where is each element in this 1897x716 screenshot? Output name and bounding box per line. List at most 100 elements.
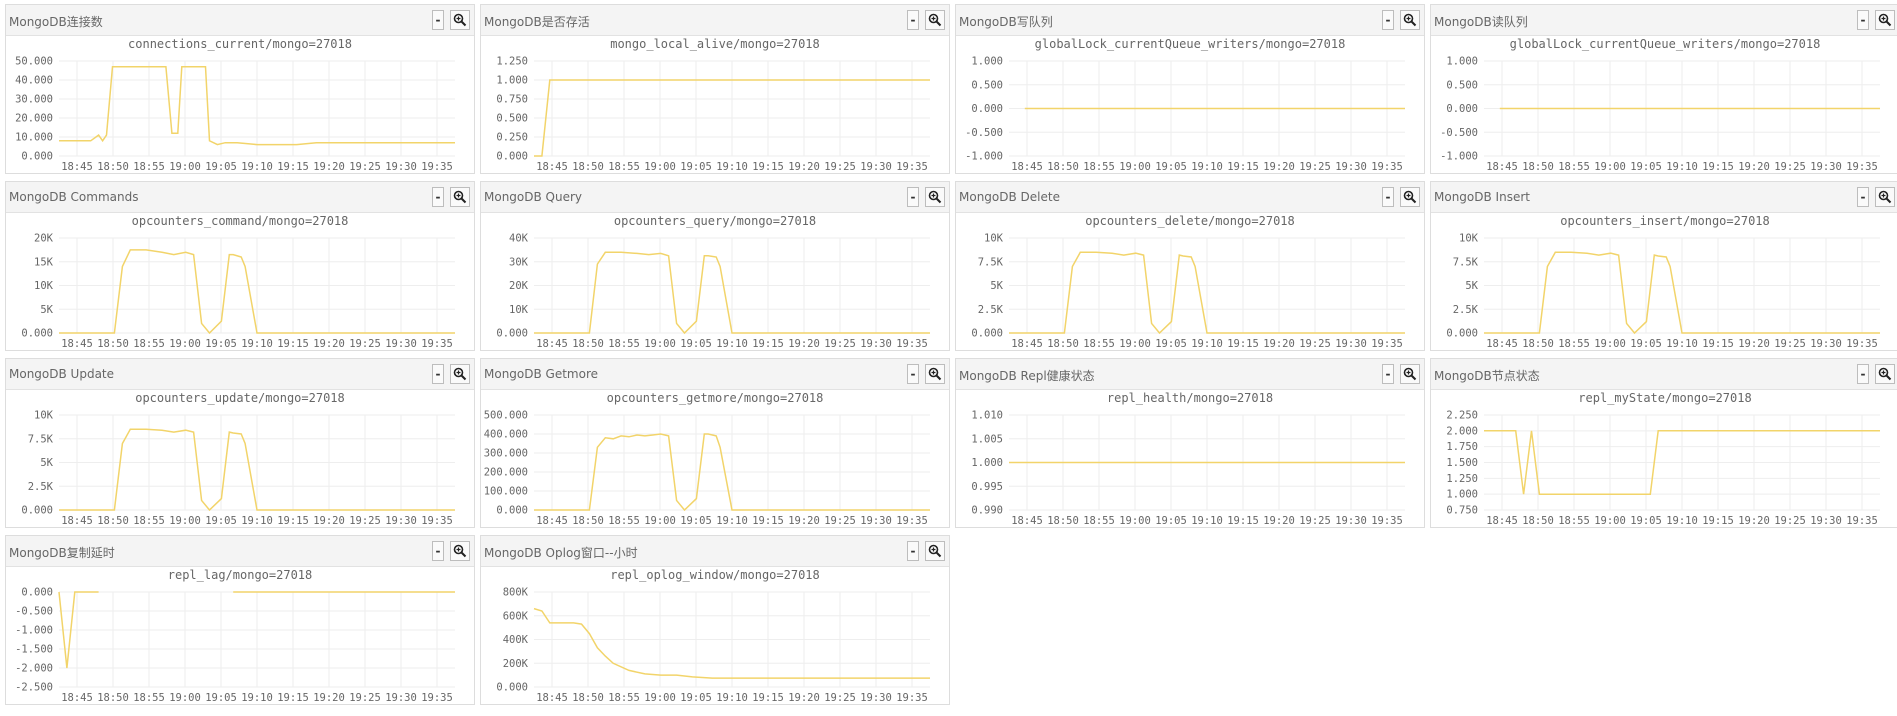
x-tick-label: 18:45 <box>1011 515 1043 527</box>
minimize-button[interactable]: - <box>907 541 919 561</box>
x-tick-label: 19:10 <box>716 692 748 704</box>
zoom-button[interactable] <box>925 187 945 207</box>
x-tick-label: 19:30 <box>385 161 417 173</box>
x-tick-label: 18:55 <box>1083 515 1115 527</box>
x-tick-label: 19:05 <box>1155 161 1187 173</box>
x-tick-label: 18:45 <box>61 692 93 704</box>
x-tick-label: 18:50 <box>572 692 604 704</box>
zoom-button[interactable] <box>925 541 945 561</box>
x-tick-label: 18:50 <box>1047 515 1079 527</box>
chart-subtitle: connections_current/mongo=27018 <box>128 37 352 51</box>
y-tick-label: 0.000 <box>496 682 528 694</box>
y-tick-label: 0.000 <box>496 151 528 163</box>
y-tick-label: 1.250 <box>1446 473 1478 485</box>
y-tick-label: 2.5K <box>978 304 1004 316</box>
x-tick-label: 19:00 <box>169 338 201 350</box>
minimize-button[interactable]: - <box>1382 364 1394 384</box>
y-tick-label: 20.000 <box>15 113 53 125</box>
magnifier-icon <box>453 367 467 381</box>
chart-subtitle: opcounters_command/mongo=27018 <box>132 214 349 228</box>
minimize-button[interactable]: - <box>432 364 444 384</box>
y-tick-label: 0.000 <box>21 328 53 340</box>
minimize-button[interactable]: - <box>1857 364 1869 384</box>
minimize-button[interactable]: - <box>1382 10 1394 30</box>
y-tick-label: 1.000 <box>496 75 528 87</box>
zoom-button[interactable] <box>925 10 945 30</box>
y-tick-label: 2.000 <box>1446 425 1478 437</box>
x-tick-label: 18:50 <box>1047 338 1079 350</box>
x-tick-label: 19:05 <box>1155 338 1187 350</box>
zoom-button[interactable] <box>450 541 470 561</box>
x-tick-label: 18:55 <box>1558 161 1590 173</box>
y-tick-label: 400.000 <box>484 429 528 441</box>
x-tick-label: 19:05 <box>205 692 237 704</box>
minimize-button[interactable]: - <box>1857 187 1869 207</box>
x-tick-label: 19:00 <box>1119 515 1151 527</box>
zoom-button[interactable] <box>925 364 945 384</box>
magnifier-icon <box>928 13 942 27</box>
zoom-button[interactable] <box>1875 10 1895 30</box>
x-tick-label: 19:35 <box>1371 161 1403 173</box>
magnifier-icon <box>1878 190 1892 204</box>
x-tick-label: 19:30 <box>1335 515 1367 527</box>
zoom-button[interactable] <box>450 187 470 207</box>
minimize-button[interactable]: - <box>432 541 444 561</box>
minimize-button[interactable]: - <box>907 10 919 30</box>
x-tick-label: 19:05 <box>205 515 237 527</box>
x-tick-label: 18:55 <box>608 515 640 527</box>
y-tick-label: 10.000 <box>15 132 53 144</box>
zoom-button[interactable] <box>1400 364 1420 384</box>
x-tick-label: 19:35 <box>896 161 928 173</box>
x-tick-label: 19:25 <box>1774 515 1806 527</box>
panel-header: MongoDB Commands - <box>6 182 474 213</box>
zoom-button[interactable] <box>1400 10 1420 30</box>
zoom-button[interactable] <box>1875 364 1895 384</box>
minimize-button[interactable]: - <box>1382 187 1394 207</box>
panel-title: MongoDB Delete <box>959 190 1060 204</box>
panel-title: MongoDB写队列 <box>959 15 1053 29</box>
minimize-button[interactable]: - <box>1857 10 1869 30</box>
y-tick-label: 7.5K <box>28 433 54 445</box>
y-tick-label: -1.000 <box>1440 151 1478 163</box>
y-tick-label: 1.010 <box>971 410 1003 422</box>
chart-svg: globalLock_currentQueue_writers/mongo=27… <box>965 37 1405 173</box>
zoom-button[interactable] <box>1875 187 1895 207</box>
minimize-button[interactable]: - <box>907 187 919 207</box>
x-tick-label: 19:00 <box>1119 338 1151 350</box>
y-tick-label: -0.500 <box>15 606 53 618</box>
y-tick-label: 1.000 <box>971 457 1003 469</box>
x-tick-label: 19:25 <box>349 515 381 527</box>
panel-title: MongoDB节点状态 <box>1434 369 1540 383</box>
x-tick-label: 18:45 <box>536 338 568 350</box>
y-tick-label: -0.500 <box>1440 127 1478 139</box>
y-tick-label: 200.000 <box>484 467 528 479</box>
x-tick-label: 19:10 <box>241 161 273 173</box>
x-tick-label: 19:10 <box>1666 161 1698 173</box>
x-tick-label: 19:15 <box>277 515 309 527</box>
minimize-button[interactable]: - <box>432 10 444 30</box>
y-tick-label: 300.000 <box>484 448 528 460</box>
x-tick-label: 19:10 <box>1191 515 1223 527</box>
x-tick-label: 19:10 <box>716 338 748 350</box>
x-tick-label: 19:10 <box>1191 161 1223 173</box>
y-tick-label: 0.000 <box>21 151 53 163</box>
panel-title: MongoDB连接数 <box>9 15 103 29</box>
chart-svg: opcounters_getmore/mongo=27018 500.000 400… <box>484 391 930 527</box>
x-tick-label: 18:55 <box>133 692 165 704</box>
minimize-button[interactable]: - <box>432 187 444 207</box>
zoom-button[interactable] <box>1400 187 1420 207</box>
y-tick-label: -2.500 <box>15 682 53 694</box>
x-tick-label: 18:45 <box>536 161 568 173</box>
x-tick-label: 19:05 <box>205 161 237 173</box>
y-tick-label: 0.995 <box>971 481 1003 493</box>
y-tick-label: 20K <box>34 233 54 245</box>
chart-subtitle: repl_oplog_window/mongo=27018 <box>610 568 820 582</box>
x-tick-label: 18:50 <box>572 515 604 527</box>
zoom-button[interactable] <box>450 364 470 384</box>
panel-header: MongoDB Query - <box>481 182 949 213</box>
magnifier-icon <box>453 190 467 204</box>
minimize-button[interactable]: - <box>907 364 919 384</box>
x-tick-label: 18:45 <box>61 161 93 173</box>
zoom-button[interactable] <box>450 10 470 30</box>
x-tick-label: 19:10 <box>241 338 273 350</box>
